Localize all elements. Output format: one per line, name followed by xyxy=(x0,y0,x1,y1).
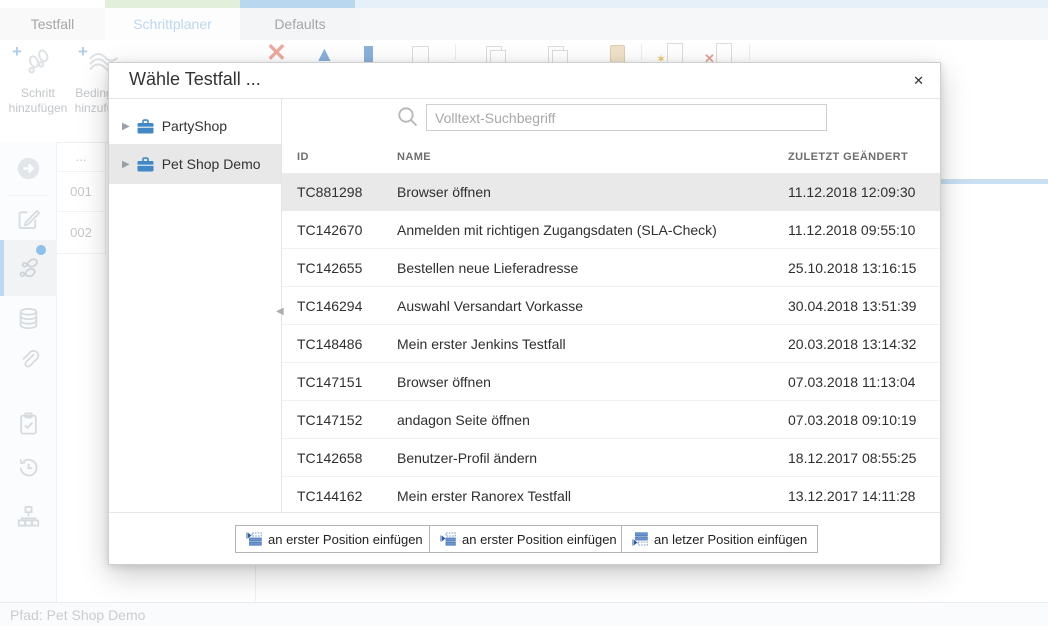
table-row[interactable]: TC881298Browser öffnen11.12.2018 12:09:3… xyxy=(282,173,940,211)
table-row[interactable]: TC142655Bestellen neue Lieferadresse25.1… xyxy=(282,249,940,287)
table-row[interactable]: TC142658Benutzer-Profil ändern18.12.2017… xyxy=(282,439,940,477)
footsteps-icon xyxy=(22,46,54,85)
testcase-list: TC881298Browser öffnen11.12.2018 12:09:3… xyxy=(282,173,940,501)
top-strip-lightblue xyxy=(355,0,1048,8)
sidebar-active-indicator xyxy=(0,240,4,296)
step-row-002[interactable]: 002 xyxy=(57,212,106,254)
column-name[interactable]: NAME xyxy=(397,151,788,163)
choose-testcase-dialog: Wähle Testfall ... ✕ ▶ PartyShop ▶ xyxy=(108,62,941,565)
tree-item-petshopdemo[interactable]: ▶ Pet Shop Demo xyxy=(109,144,281,184)
status-bar: Pfad: Pet Shop Demo xyxy=(0,602,1048,626)
tab-defaults[interactable]: Defaults xyxy=(240,8,360,40)
go-arrow-icon[interactable] xyxy=(15,155,42,182)
history-icon[interactable] xyxy=(15,453,42,480)
insert-first-position-button[interactable]: an erster Position einfügen xyxy=(235,525,434,553)
table-row[interactable]: TC148486Mein erster Jenkins Testfall20.0… xyxy=(282,325,940,363)
app-window: Testfall Schrittplaner Defaults + Schrit… xyxy=(0,0,1048,626)
insert-last-position-button[interactable]: an letzer Position einfügen xyxy=(621,525,818,553)
top-strip-white xyxy=(0,0,105,8)
dialog-title: Wähle Testfall ... xyxy=(129,69,261,90)
sidebar-divider xyxy=(8,195,48,196)
dialog-titlebar: Wähle Testfall ... ✕ xyxy=(109,63,940,99)
table-row[interactable]: TC142670Anmelden mit richtigen Zugangsda… xyxy=(282,211,940,249)
tree-item-label: PartyShop xyxy=(162,118,227,134)
tab-testfall[interactable]: Testfall xyxy=(0,8,105,40)
insert-first-icon xyxy=(440,532,456,546)
tree-item-partyshop[interactable]: ▶ PartyShop xyxy=(109,108,281,144)
add-step-label: Schritt hinzufügen xyxy=(6,86,70,116)
briefcase-icon xyxy=(136,118,155,135)
table-row[interactable]: TC146294Auswahl Versandart Vorkasse30.04… xyxy=(282,287,940,325)
search-icon xyxy=(396,105,420,129)
edit-icon[interactable] xyxy=(15,205,42,232)
project-tree: ▶ PartyShop ▶ xyxy=(109,98,282,513)
add-step-button[interactable]: + Schritt hinzufügen xyxy=(6,46,70,116)
move-down-icon[interactable] xyxy=(364,46,373,62)
insert-indicator-bar xyxy=(941,179,1048,184)
plus-icon: + xyxy=(12,42,22,62)
insert-first-icon xyxy=(246,532,262,546)
hierarchy-icon[interactable] xyxy=(15,503,42,530)
table-row[interactable]: TC147151Browser öffnen07.03.2018 11:13:0… xyxy=(282,363,940,401)
plus-icon: + xyxy=(78,42,88,62)
insert-last-icon xyxy=(632,532,648,546)
testcase-panel: ID NAME ZULETZT GEÄNDERT TC881298Browser… xyxy=(282,98,940,513)
step-row-001[interactable]: 001 xyxy=(57,172,106,212)
column-id[interactable]: ID xyxy=(297,151,397,163)
steps-icon[interactable] xyxy=(15,254,42,281)
close-icon[interactable]: ✕ xyxy=(909,71,928,91)
attachment-icon[interactable] xyxy=(15,346,42,373)
step-list-header: ... xyxy=(57,142,106,172)
chevron-right-icon[interactable]: ▶ xyxy=(122,121,130,132)
briefcase-icon xyxy=(136,156,155,173)
left-sidebar xyxy=(0,142,57,602)
tasks-icon[interactable] xyxy=(15,410,42,437)
table-header: ID NAME ZULETZT GEÄNDERT xyxy=(282,141,940,173)
database-icon[interactable] xyxy=(15,305,42,332)
tab-bar: Testfall Schrittplaner Defaults xyxy=(0,8,1048,40)
search-input[interactable] xyxy=(426,104,827,131)
tab-schrittplaner[interactable]: Schrittplaner xyxy=(105,8,240,40)
chevron-right-icon[interactable]: ▶ xyxy=(122,159,130,170)
top-strip-green xyxy=(105,0,240,8)
path-label: Pfad: Pet Shop Demo xyxy=(10,607,145,623)
table-row[interactable]: TC147152andagon Seite öffnen07.03.2018 0… xyxy=(282,401,940,439)
insert-first-step-button[interactable]: an erster Position einfügen xyxy=(429,525,628,553)
top-strip-blue xyxy=(240,0,355,8)
table-row[interactable]: TC144162Mein erster Ranorex Testfall13.1… xyxy=(282,477,940,501)
dialog-footer: an erster Position einfügen an erster Po… xyxy=(109,512,940,564)
tree-item-label: Pet Shop Demo xyxy=(162,156,261,172)
column-modified[interactable]: ZULETZT GEÄNDERT xyxy=(788,151,940,163)
